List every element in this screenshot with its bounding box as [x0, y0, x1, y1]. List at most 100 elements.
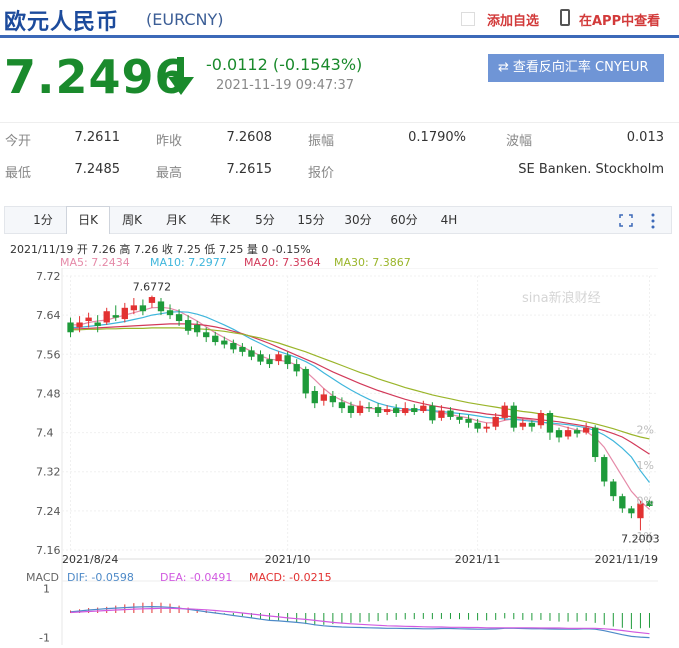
min-annotation: 7.2003 — [621, 532, 660, 545]
x-tick-label: 2021/11 — [455, 553, 501, 566]
watchlist-checkbox[interactable] — [461, 12, 475, 26]
candle-body — [329, 395, 337, 403]
candle-body — [402, 408, 409, 413]
candle-body — [474, 422, 481, 429]
stat-label: 最高 — [156, 166, 183, 181]
candle-body — [447, 410, 454, 417]
quote-time: 2021-11-19 09:47:37 — [216, 78, 355, 93]
candle-body — [302, 368, 309, 394]
candle-body — [67, 322, 74, 333]
header: 欧元人民币 (EURCNY) 添加自选 在APP中查看 — [0, 0, 679, 38]
tab-5min[interactable]: 5分 — [245, 207, 285, 233]
tab-15min[interactable]: 15分 — [289, 207, 333, 233]
tab-yearly[interactable]: 年K — [199, 207, 241, 233]
tab-30min[interactable]: 30分 — [335, 207, 381, 233]
candle-body — [266, 359, 273, 365]
y-tick-label: 7.4 — [36, 427, 54, 440]
candle-body — [148, 297, 156, 303]
macd-dea-label: DEA: -0.0491 — [160, 571, 233, 584]
stat-label: 最低 — [5, 166, 32, 181]
phone-icon — [560, 9, 570, 26]
candle-body — [103, 311, 110, 323]
macd-dif-label: DIF: -0.0598 — [67, 571, 134, 584]
candle-body — [564, 430, 572, 437]
candle-body — [293, 364, 300, 372]
macd-title: MACD — [26, 571, 59, 584]
period-tabs: 1分 日K 周K 月K 年K 5分 15分 30分 60分 4H — [4, 206, 672, 234]
candle-body — [537, 413, 545, 426]
y-tick-label: 7.16 — [36, 544, 61, 557]
candle-body — [221, 340, 228, 345]
y-tick-label: 7.32 — [36, 466, 61, 479]
x-tick-label: 2021/11/19 — [595, 553, 658, 566]
candle-body — [483, 426, 490, 429]
stat-value: 7.2615 — [226, 162, 273, 177]
stat-label: 振幅 — [308, 134, 335, 149]
candle-body — [365, 407, 373, 409]
x-tick-label: 2021/8/24 — [62, 553, 118, 566]
tab-4h[interactable]: 4H — [429, 207, 469, 233]
candle-body — [194, 324, 201, 333]
tab-weekly[interactable]: 周K — [111, 207, 153, 233]
candle-body — [239, 346, 246, 352]
candle-body — [555, 430, 563, 438]
stat-value: SE Banken. Stockholm — [518, 162, 664, 177]
candle-body — [184, 320, 192, 331]
candle-body — [510, 405, 517, 428]
watermark: sina新浪财经 — [522, 290, 601, 306]
candle-body — [393, 408, 400, 413]
reverse-rate-button[interactable]: ⇄ 查看反向汇率 CNYEUR — [488, 54, 664, 82]
tab-daily[interactable]: 日K — [66, 206, 110, 234]
candle-body — [257, 354, 264, 362]
candle-body — [492, 416, 499, 427]
candle-body — [601, 457, 608, 482]
candle-body — [465, 418, 472, 423]
candle-body — [519, 422, 526, 427]
kline-chart[interactable]: sina新浪财经 7.72 7.64 7.56 7.48 7.4 7.32 7.24 7.16… — [0, 268, 679, 648]
candle-body — [429, 405, 436, 421]
add-watchlist-link[interactable]: 添加自选 — [487, 10, 539, 29]
tab-monthly[interactable]: 月K — [155, 207, 197, 233]
candle-body — [139, 305, 147, 312]
y-tick-label: 7.72 — [36, 270, 61, 283]
view-in-app-link[interactable]: 在APP中查看 — [579, 10, 660, 29]
candle-body — [248, 350, 255, 357]
more-icon[interactable] — [651, 213, 655, 229]
ma20-line — [70, 323, 650, 455]
currency-code: (EURCNY) — [146, 10, 224, 29]
reverse-rate-label: 查看反向汇率 CNYEUR — [512, 60, 649, 75]
candle-body — [76, 322, 83, 328]
candle-body — [175, 314, 183, 322]
fullscreen-icon[interactable] — [619, 214, 633, 227]
candle-body — [619, 496, 626, 509]
candle-body — [501, 405, 508, 418]
current-price: 7.2496 — [4, 50, 188, 104]
y-tick-label: 7.24 — [36, 505, 61, 518]
swap-icon: ⇄ — [498, 60, 509, 75]
stat-label: 报价 — [308, 166, 335, 181]
tab-60min[interactable]: 60分 — [381, 207, 427, 233]
stat-label: 今开 — [5, 134, 32, 149]
candle-body — [121, 307, 128, 320]
y-pct-tick-label: 2% — [637, 424, 654, 437]
stat-value: 7.2485 — [74, 162, 121, 177]
candle-body — [383, 409, 391, 413]
candle-body — [166, 310, 174, 316]
candle-body — [420, 405, 427, 412]
max-annotation: 7.6772 — [133, 281, 172, 294]
candle-body — [320, 394, 327, 401]
candle-body — [374, 407, 382, 413]
candle-body — [212, 335, 219, 343]
macd-value-label: MACD: -0.0215 — [249, 571, 332, 584]
candle-body — [347, 405, 355, 413]
stat-value: 7.2611 — [74, 130, 121, 145]
candle-body — [112, 315, 119, 318]
candle-body — [338, 402, 346, 409]
candle-body — [203, 332, 210, 338]
y-tick-label: 7.64 — [36, 309, 61, 322]
candle-body — [438, 410, 445, 418]
y-tick-label: 7.48 — [36, 387, 61, 400]
candle-body — [546, 413, 554, 433]
candle-body — [610, 481, 617, 497]
tab-1min[interactable]: 1分 — [23, 207, 63, 233]
